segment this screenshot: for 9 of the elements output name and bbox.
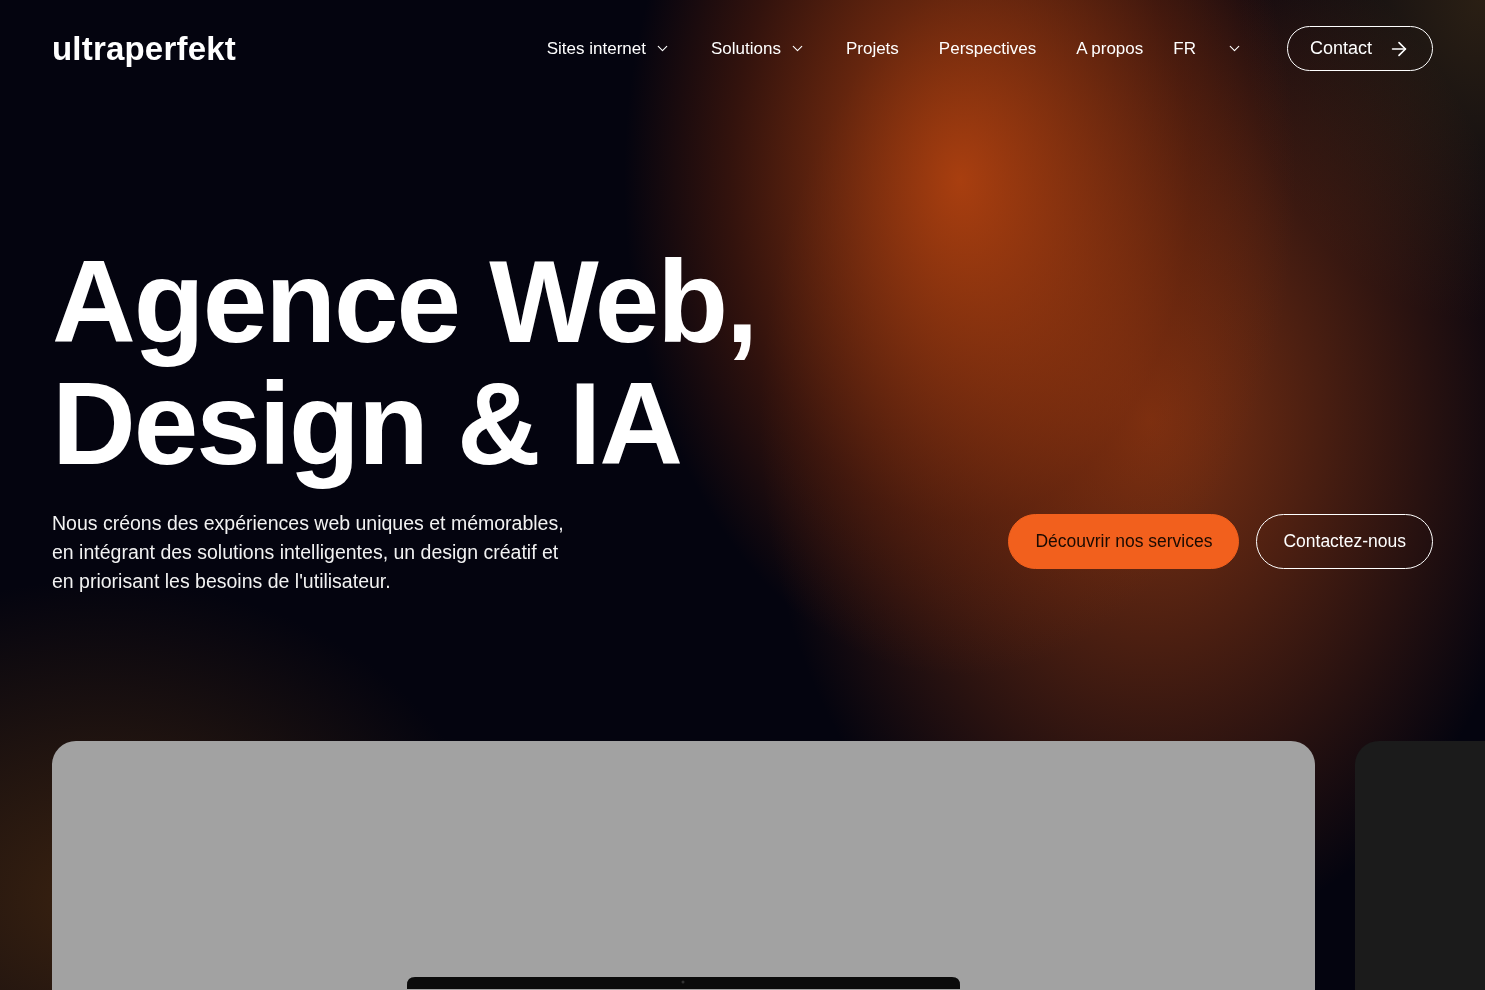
nav-link[interactable]: Projets [845,38,899,59]
language-selector[interactable]: FR [1173,38,1243,59]
logo[interactable]: ultraperfekt [52,29,236,68]
services-button[interactable]: Découvrir nos services [1008,514,1240,569]
intro-paragraph: Nous créons des expériences web uniques et mémorables, en intégrant des solutions intelligentes, un design créatif et en priorisant les besoins de l'utilisateur. [52,511,565,594]
nav-link[interactable]: A propos [1076,38,1144,59]
nav-link[interactable]: Solutions [711,38,806,59]
nav-link[interactable]: Sites internet [546,38,671,59]
nav-link[interactable]: Perspectives [938,38,1037,59]
